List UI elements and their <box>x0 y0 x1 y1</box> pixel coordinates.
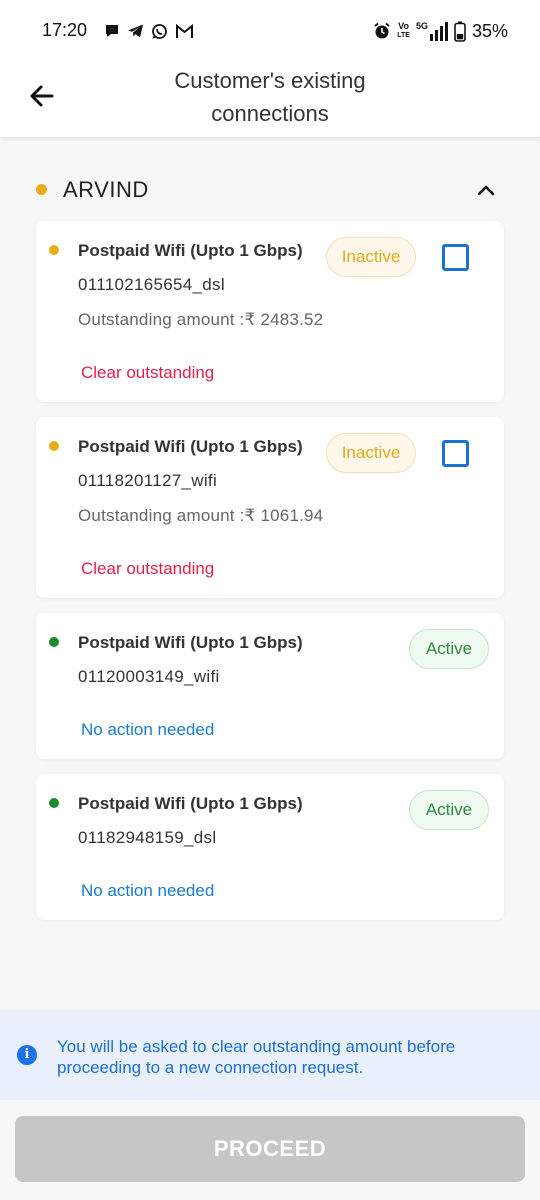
arrow-left-icon <box>30 85 54 107</box>
gmail-icon <box>176 23 193 38</box>
outstanding-amount: Outstanding amount :₹ 2483.52 <box>78 310 324 329</box>
info-message: You will be asked to clear outstanding a… <box>57 1037 456 1077</box>
app-header: Customer's existing connections <box>0 56 540 138</box>
no-action-text: No action needed <box>81 720 215 739</box>
connection-plan-title: Postpaid Wifi (Upto 1 Gbps) <box>78 437 303 456</box>
outstanding-amount: Outstanding amount :₹ 1061.94 <box>78 506 324 525</box>
status-time: 17:20 <box>42 20 88 40</box>
page-title-line2: connections <box>211 101 329 126</box>
status-bar: 17:20 Vo LTE 5G 35% <box>0 0 540 60</box>
proceed-button[interactable]: PROCEED <box>15 1116 525 1182</box>
connection-checkbox[interactable] <box>442 440 469 467</box>
connection-card: Postpaid Wifi (Upto 1 Gbps) Active 01120… <box>36 613 504 759</box>
volte-indicator: Vo LTE <box>397 21 410 40</box>
customer-name: ARVIND <box>63 177 149 202</box>
notification-icons <box>104 20 194 42</box>
telegram-icon <box>128 24 143 38</box>
back-button[interactable] <box>26 80 58 112</box>
connection-status-dot <box>49 441 59 451</box>
connection-card: Postpaid Wifi (Upto 1 Gbps) Active 01182… <box>36 774 504 920</box>
connection-status-dot <box>49 798 59 808</box>
status-badge: Active <box>409 790 489 830</box>
customer-status-dot <box>36 184 47 195</box>
no-action-text: No action needed <box>81 881 215 900</box>
chevron-up-icon <box>477 185 495 196</box>
page-title: Customer's existing connections <box>120 64 420 130</box>
battery-percentage: 35% <box>471 20 508 41</box>
connection-id: 01118201127_wifi <box>78 471 218 490</box>
connection-plan-title: Postpaid Wifi (Upto 1 Gbps) <box>78 633 303 652</box>
clear-outstanding-link[interactable]: Clear outstanding <box>81 363 214 383</box>
connection-id: 011102165654_dsl <box>78 275 225 294</box>
connection-plan-title: Postpaid Wifi (Upto 1 Gbps) <box>78 241 303 260</box>
clear-outstanding-link[interactable]: Clear outstanding <box>81 559 214 579</box>
connection-status-dot <box>49 637 59 647</box>
connection-id: 01182948159_dsl <box>78 828 217 847</box>
battery-icon <box>454 21 466 42</box>
page-title-line1: Customer's existing <box>174 68 366 93</box>
connection-status-dot <box>49 245 59 255</box>
whatsapp-icon <box>152 23 167 39</box>
connection-card: Postpaid Wifi (Upto 1 Gbps) Inactive 011… <box>36 221 504 402</box>
status-badge: Active <box>409 629 489 669</box>
chat-icon <box>106 25 118 37</box>
connection-plan-title: Postpaid Wifi (Upto 1 Gbps) <box>78 794 303 813</box>
status-badge: Inactive <box>326 237 416 277</box>
signal-icon: 5G <box>416 21 448 41</box>
connection-id: 01120003149_wifi <box>78 667 220 686</box>
alarm-icon <box>374 22 390 39</box>
collapse-button[interactable] <box>474 178 498 202</box>
connection-checkbox[interactable] <box>442 244 469 271</box>
system-icons: Vo LTE 5G 35% <box>373 20 508 42</box>
connection-card: Postpaid Wifi (Upto 1 Gbps) Inactive 011… <box>36 417 504 598</box>
info-icon: i <box>17 1045 37 1065</box>
status-badge: Inactive <box>326 433 416 473</box>
